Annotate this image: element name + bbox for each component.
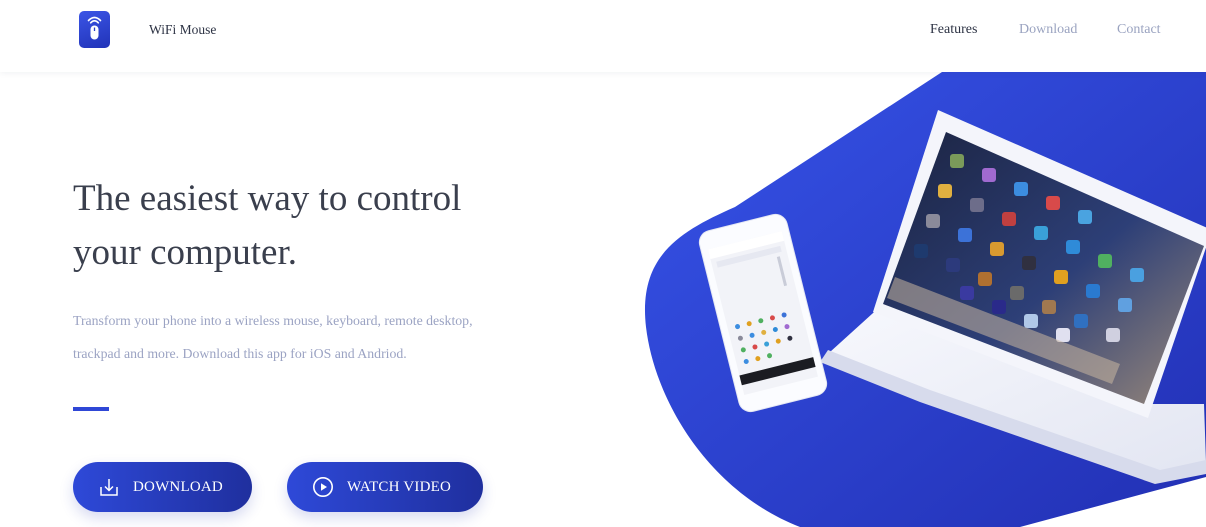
hero-description-line1: Transform your phone into a wireless mou… <box>73 313 473 328</box>
watch-video-button-label: WATCH VIDEO <box>347 478 451 495</box>
download-button[interactable]: DOWNLOAD <box>73 462 252 512</box>
landing-page: WiFi Mouse Features Download Contact The… <box>0 0 1206 527</box>
hero-headline-line2: your computer. <box>73 232 298 273</box>
hero-headline-line1: The easiest way to control <box>73 178 462 219</box>
download-icon <box>100 479 118 496</box>
play-circle-icon <box>313 477 333 497</box>
accent-divider <box>73 407 109 411</box>
nav-download[interactable]: Download <box>1019 22 1077 38</box>
hero-description: Transform your phone into a wireless mou… <box>73 304 593 370</box>
nav-features[interactable]: Features <box>930 22 977 38</box>
mouse-wifi-icon <box>87 16 102 40</box>
watch-video-button[interactable]: WATCH VIDEO <box>287 462 483 512</box>
hero-description-line2: trackpad and more. Download this app for… <box>73 346 407 361</box>
nav-contact[interactable]: Contact <box>1117 22 1161 38</box>
app-logo[interactable] <box>79 11 110 48</box>
top-navbar: WiFi Mouse Features Download Contact <box>0 0 1206 72</box>
brand-name[interactable]: WiFi Mouse <box>149 22 216 38</box>
hero-headline: The easiest way to control your computer… <box>73 172 593 280</box>
download-button-label: DOWNLOAD <box>133 478 223 495</box>
hero-illustration <box>644 72 1206 527</box>
